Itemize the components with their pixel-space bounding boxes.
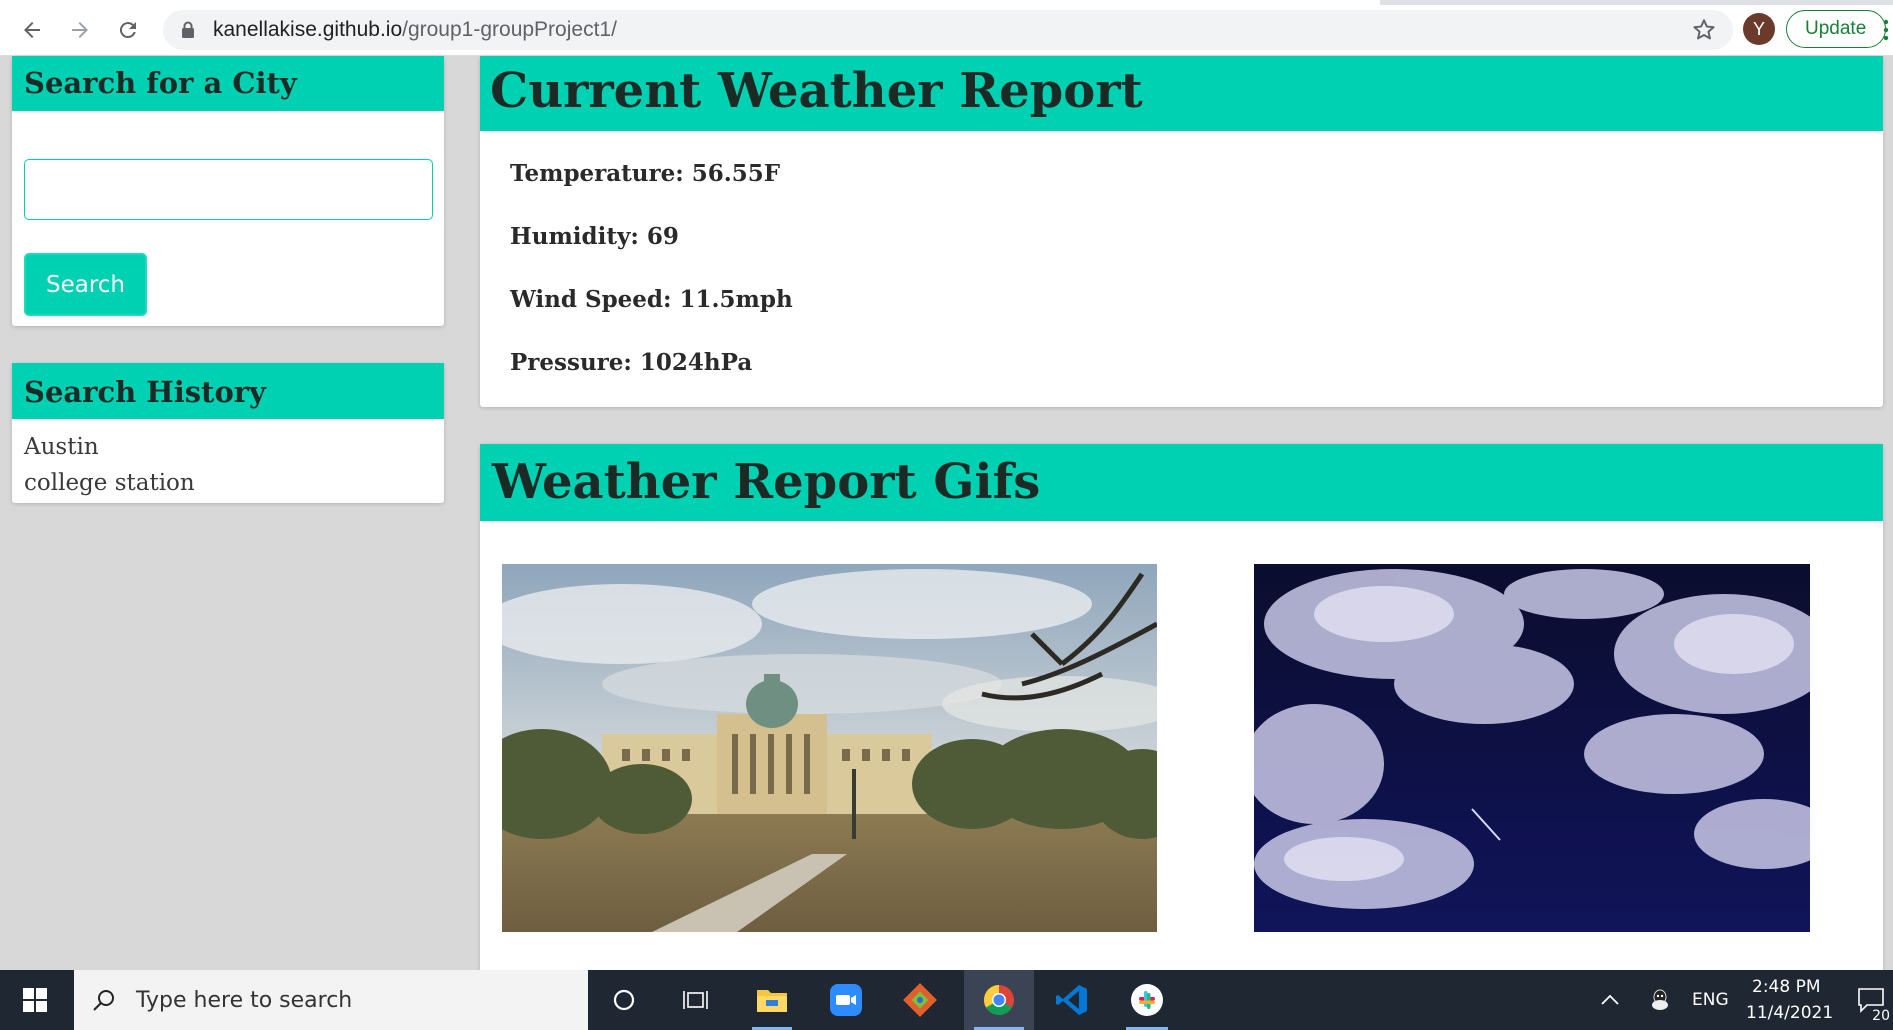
slack-icon (1131, 984, 1163, 1016)
search-panel-title: Search for a City (12, 56, 444, 111)
lock-icon (182, 21, 194, 38)
zoom-button[interactable] (816, 970, 876, 1030)
vscode-button[interactable] (1042, 970, 1102, 1030)
star-icon[interactable] (1691, 17, 1717, 43)
tray-app-button[interactable] (1645, 970, 1675, 1030)
chevron-up-icon (1601, 994, 1619, 1005)
history-item-austin[interactable]: Austin (24, 429, 444, 465)
pressure-text: Pressure: 1024hPa (510, 349, 753, 376)
taskbar-search-placeholder: Type here to search (136, 987, 353, 1013)
taskbar: Type here to search ENG 2:48 PM 11/4/202… (0, 970, 1893, 1030)
campus-building-gif (502, 564, 1157, 932)
show-hidden-icons-button[interactable] (1595, 970, 1625, 1030)
cortana-button[interactable] (598, 970, 650, 1030)
wind-speed-text: Wind Speed: 11.5mph (510, 286, 793, 313)
back-icon (24, 22, 40, 38)
night-clouds-gif (1254, 564, 1810, 932)
taskbar-search-box[interactable]: Type here to search (74, 970, 588, 1030)
windows-icon (23, 988, 47, 1012)
zoom-icon (830, 984, 862, 1016)
git-icon (903, 983, 937, 1017)
tab-strip-edge (0, 0, 1893, 5)
history-panel: Search History Austin college station (12, 363, 444, 503)
task-view-icon (683, 991, 708, 1009)
humidity-text: Humidity: 69 (510, 223, 679, 250)
back-button[interactable] (14, 12, 50, 48)
history-list: Austin college station (12, 419, 444, 501)
tray-app-icon (1652, 989, 1668, 1010)
browser-toolbar: kanellakise.github.io/group1-groupProjec… (0, 0, 1893, 56)
history-item-college-station[interactable]: college station (24, 465, 444, 501)
notification-count: 20 (1872, 1008, 1890, 1024)
cortana-icon (613, 989, 635, 1011)
search-icon (93, 990, 114, 1011)
file-explorer-button[interactable] (742, 970, 802, 1030)
city-search-input[interactable] (24, 159, 433, 220)
forward-button[interactable] (62, 12, 98, 48)
history-panel-title: Search History (12, 363, 444, 419)
notification-center-button[interactable]: 20 (1852, 970, 1890, 1030)
weather-report-panel: Current Weather Report Temperature: 56.5… (480, 56, 1883, 407)
url-text[interactable]: kanellakise.github.io/group1-groupProjec… (213, 18, 617, 42)
update-label: Update (1805, 18, 1867, 39)
file-explorer-icon (757, 990, 787, 1012)
update-button[interactable]: Update (1786, 10, 1889, 48)
git-button[interactable] (890, 970, 950, 1030)
clock-time[interactable]: 2:48 PM (1752, 977, 1821, 997)
chrome-icon (983, 985, 1014, 1016)
chrome-button[interactable] (964, 970, 1034, 1030)
more-icon[interactable] (1883, 19, 1889, 41)
reload-icon (119, 22, 136, 39)
forward-icon (72, 22, 88, 38)
weather-report-title: Current Weather Report (480, 56, 1883, 131)
search-panel: Search for a City Search (12, 56, 444, 326)
slack-button[interactable] (1116, 970, 1178, 1030)
vscode-icon (1056, 985, 1087, 1015)
avatar[interactable]: Y (1743, 13, 1775, 45)
language-indicator[interactable]: ENG (1692, 990, 1729, 1010)
task-view-button[interactable] (670, 970, 722, 1030)
search-button[interactable]: Search (24, 253, 147, 316)
weather-gifs-panel: Weather Report Gifs (480, 444, 1883, 1030)
reload-button[interactable] (110, 12, 146, 48)
start-button[interactable] (0, 970, 70, 1030)
weather-gifs-title: Weather Report Gifs (480, 444, 1883, 521)
clock-date[interactable]: 11/4/2021 (1746, 1003, 1833, 1023)
temperature-text: Temperature: 56.55F (510, 160, 781, 187)
address-bar[interactable]: kanellakise.github.io/group1-groupProjec… (163, 10, 1733, 50)
